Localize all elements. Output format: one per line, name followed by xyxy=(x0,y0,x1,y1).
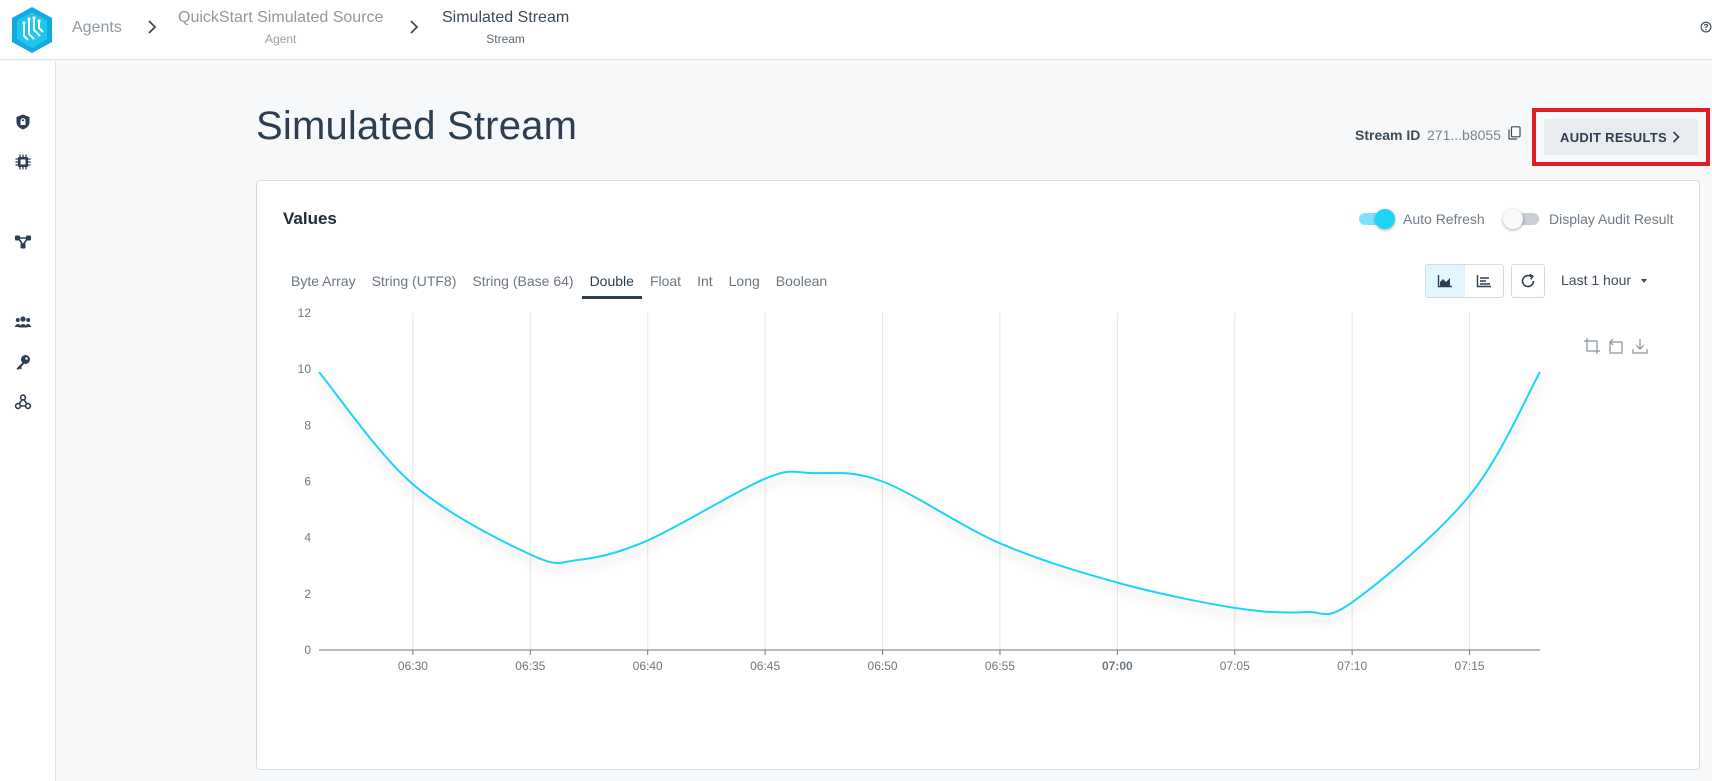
stream-id-value: 271...b8055 xyxy=(1427,127,1501,143)
y-tick-label: 8 xyxy=(304,418,311,432)
y-tick-label: 2 xyxy=(304,587,311,601)
x-tick-label: 06:55 xyxy=(985,659,1015,673)
values-card: Values Auto Refresh Display Audit Result… xyxy=(256,180,1700,770)
audit-results-button[interactable]: AUDIT RESULTS xyxy=(1544,119,1698,155)
breadcrumb-agents[interactable]: Agents xyxy=(72,18,122,38)
shield-icon[interactable] xyxy=(14,113,32,131)
chevron-right-icon xyxy=(148,20,157,34)
y-tick-label: 10 xyxy=(298,362,312,376)
y-axis: 0 2 4 6 8 10 12 xyxy=(298,306,312,657)
y-tick-label: 6 xyxy=(304,475,311,489)
stream-id-label: Stream ID xyxy=(1355,127,1421,143)
users-icon[interactable] xyxy=(14,313,32,331)
breadcrumb-stream: Simulated Stream Stream xyxy=(442,8,569,48)
key-icon[interactable] xyxy=(14,353,32,371)
values-chart: 0 2 4 6 8 10 12 06:30 06:35 06:40 06:45 06:50 06:55… xyxy=(298,306,1541,673)
top-bar: Agents QuickStart Simulated Source Agent… xyxy=(0,0,1712,60)
breadcrumb-agent[interactable]: QuickStart Simulated Source Agent xyxy=(178,8,383,48)
page-title: Simulated Stream xyxy=(256,104,578,148)
network-icon[interactable] xyxy=(14,233,32,251)
breadcrumb-agent-label: QuickStart Simulated Source xyxy=(178,9,384,26)
x-tick-label: 06:40 xyxy=(633,659,663,673)
series-line xyxy=(318,371,1541,616)
audit-results-highlight: AUDIT RESULTS xyxy=(1532,108,1710,166)
chip-icon[interactable] xyxy=(14,153,32,171)
x-tick-label: 06:30 xyxy=(398,659,428,673)
help-icon[interactable] xyxy=(1700,19,1712,35)
x-axis: 06:30 06:35 06:40 06:45 06:50 06:55 07:00 07:05… xyxy=(319,649,1540,673)
x-tick-label: 06:35 xyxy=(515,659,545,673)
chevron-right-icon xyxy=(410,20,419,34)
y-tick-label: 4 xyxy=(304,531,311,545)
x-tick-label: 07:05 xyxy=(1220,659,1250,673)
webhook-icon[interactable] xyxy=(14,393,32,411)
x-tick-label: 07:10 xyxy=(1337,659,1367,673)
breadcrumb-stream-sub: Stream xyxy=(486,32,525,46)
app-logo-icon[interactable] xyxy=(10,6,54,54)
x-tick-label: 06:50 xyxy=(868,659,898,673)
breadcrumb-stream-label: Simulated Stream xyxy=(442,9,570,26)
chevron-right-icon xyxy=(1672,131,1680,143)
breadcrumb-agent-sub: Agent xyxy=(265,32,297,46)
sidebar xyxy=(0,61,56,781)
copy-icon[interactable] xyxy=(1508,126,1521,140)
audit-results-label: AUDIT RESULTS xyxy=(1560,129,1667,145)
x-tick-label: 06:45 xyxy=(750,659,780,673)
x-tick-label: 07:00 xyxy=(1102,659,1133,673)
chart-grid xyxy=(412,313,1471,650)
x-tick-label: 07:15 xyxy=(1455,659,1485,673)
y-tick-label: 0 xyxy=(304,643,311,657)
breadcrumb-agents-label: Agents xyxy=(72,19,122,36)
y-tick-label: 12 xyxy=(298,306,312,320)
